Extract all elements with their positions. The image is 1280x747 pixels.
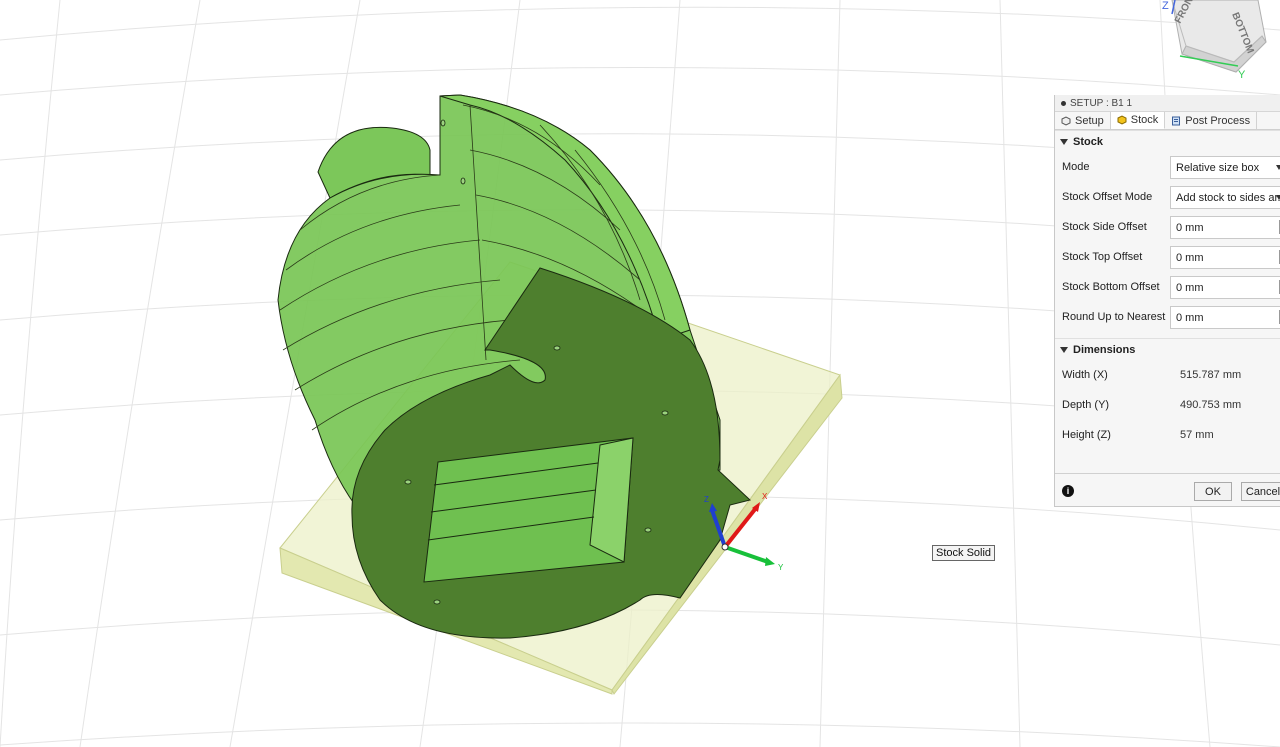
- tab-setup[interactable]: Setup: [1055, 112, 1111, 129]
- stock-section-header[interactable]: Stock: [1055, 130, 1280, 152]
- side-offset-label: Stock Side Offset: [1062, 221, 1147, 233]
- mode-label: Mode: [1062, 161, 1090, 173]
- round-up-value: 0 mm: [1176, 311, 1204, 324]
- side-offset-input[interactable]: 0 mm: [1170, 216, 1280, 239]
- height-value: 57 mm: [1180, 429, 1214, 441]
- post-process-tab-icon: [1172, 116, 1181, 125]
- panel-dot-icon: [1061, 100, 1066, 106]
- setup-panel[interactable]: SETUP : B1 1 Setup Stock Post Process St…: [1054, 95, 1280, 507]
- offset-mode-label: Stock Offset Mode: [1062, 191, 1153, 203]
- collapse-triangle-icon: [1060, 346, 1068, 353]
- stock-solid-tooltip: Stock Solid: [932, 545, 996, 561]
- round-up-label: Round Up to Nearest: [1062, 311, 1166, 323]
- triad-z-label: Z: [704, 495, 709, 504]
- panel-footer: i OK Cancel: [1055, 473, 1280, 506]
- viewcube-z-label: Z: [1162, 0, 1169, 12]
- mode-dropdown-value: Relative size box: [1176, 161, 1260, 174]
- top-offset-label: Stock Top Offset: [1062, 251, 1143, 263]
- view-cube[interactable]: FRONT BOTTOM Y Z: [1162, 0, 1267, 81]
- dimensions-section-title: Dimensions: [1073, 343, 1136, 356]
- ok-button[interactable]: OK: [1194, 482, 1232, 501]
- offset-mode-row: Stock Offset Mode Add stock to sides ar.…: [1055, 182, 1280, 212]
- round-up-input[interactable]: 0 mm: [1170, 306, 1280, 329]
- tab-post-process-label: Post Process: [1185, 114, 1251, 127]
- bottom-offset-row: Stock Bottom Offset 0 mm: [1055, 272, 1280, 302]
- tab-post-process[interactable]: Post Process: [1165, 112, 1258, 129]
- collapse-triangle-icon: [1060, 138, 1068, 145]
- mode-dropdown[interactable]: Relative size box: [1170, 156, 1280, 179]
- tab-stock-label: Stock: [1130, 114, 1159, 126]
- depth-value: 490.753 mm: [1180, 399, 1242, 411]
- tab-setup-label: Setup: [1075, 114, 1104, 127]
- panel-titlebar[interactable]: SETUP : B1 1: [1055, 95, 1280, 112]
- bottom-offset-value: 0 mm: [1176, 281, 1204, 294]
- side-offset-row: Stock Side Offset 0 mm: [1055, 212, 1280, 242]
- bottom-offset-input[interactable]: 0 mm: [1170, 276, 1280, 299]
- viewcube-y-label: Y: [1238, 69, 1246, 81]
- setup-tab-icon: [1061, 115, 1071, 126]
- top-offset-value: 0 mm: [1176, 251, 1204, 264]
- triad-y-label: Y: [778, 563, 784, 572]
- height-label: Height (Z): [1062, 429, 1111, 441]
- chevron-down-icon: [1276, 195, 1280, 200]
- mode-row: Mode Relative size box: [1055, 152, 1280, 182]
- chevron-down-icon: [1276, 165, 1280, 170]
- round-up-row: Round Up to Nearest 0 mm: [1055, 302, 1280, 332]
- stock-tab-icon: [1117, 115, 1127, 125]
- bottom-offset-label: Stock Bottom Offset: [1062, 281, 1160, 293]
- offset-mode-dropdown-value: Add stock to sides ar...: [1176, 191, 1280, 204]
- info-icon[interactable]: i: [1062, 484, 1074, 497]
- panel-tabs: Setup Stock Post Process: [1055, 112, 1280, 130]
- top-offset-row: Stock Top Offset 0 mm: [1055, 242, 1280, 272]
- height-row: Height (Z) 57 mm: [1055, 420, 1280, 450]
- tab-stock[interactable]: Stock: [1110, 112, 1166, 129]
- offset-mode-dropdown[interactable]: Add stock to sides ar...: [1170, 186, 1280, 209]
- dimensions-section-header[interactable]: Dimensions: [1055, 338, 1280, 360]
- width-row: Width (X) 515.787 mm: [1055, 360, 1280, 390]
- top-offset-input[interactable]: 0 mm: [1170, 246, 1280, 269]
- width-label: Width (X): [1062, 369, 1108, 381]
- cancel-button[interactable]: Cancel: [1241, 482, 1280, 501]
- width-value: 515.787 mm: [1180, 369, 1242, 381]
- side-offset-value: 0 mm: [1176, 221, 1204, 234]
- triad-x-label: X: [762, 492, 768, 501]
- depth-row: Depth (Y) 490.753 mm: [1055, 390, 1280, 420]
- stock-section-title: Stock: [1073, 135, 1103, 148]
- depth-label: Depth (Y): [1062, 399, 1110, 411]
- panel-title: SETUP : B1 1: [1070, 97, 1133, 109]
